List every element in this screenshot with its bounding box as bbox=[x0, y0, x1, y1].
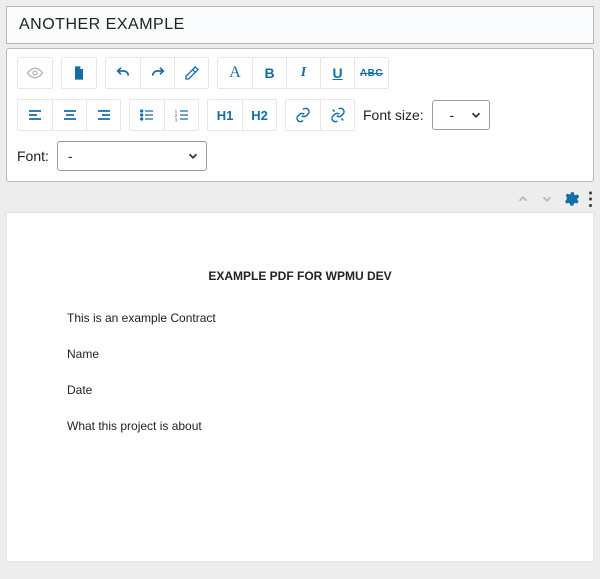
redo-icon bbox=[150, 65, 166, 81]
font-value: - bbox=[68, 148, 178, 164]
font-size-label: Font size: bbox=[363, 107, 424, 123]
document-line: Date bbox=[67, 383, 533, 397]
strikethrough-button[interactable]: ABC bbox=[354, 58, 388, 88]
svg-text:3: 3 bbox=[174, 118, 177, 123]
block-controls: ⋮ bbox=[0, 182, 600, 212]
underline-button[interactable]: U bbox=[320, 58, 354, 88]
document-line: What this project is about bbox=[67, 419, 533, 433]
undo-icon bbox=[115, 65, 131, 81]
chevron-down-icon bbox=[540, 192, 554, 206]
file-button[interactable] bbox=[62, 58, 96, 88]
document-editor[interactable]: EXAMPLE PDF FOR WPMU DEV This is an exam… bbox=[6, 212, 594, 562]
font-color-button[interactable]: A bbox=[218, 58, 252, 88]
strikethrough-icon: ABC bbox=[360, 68, 383, 79]
underline-icon: U bbox=[332, 65, 342, 81]
undo-button[interactable] bbox=[106, 58, 140, 88]
chevron-up-icon bbox=[516, 192, 530, 206]
title-input[interactable] bbox=[6, 6, 594, 44]
link-button[interactable] bbox=[286, 100, 320, 130]
italic-icon: I bbox=[301, 65, 306, 81]
gear-icon bbox=[562, 190, 580, 208]
more-options-button[interactable]: ⋮ bbox=[586, 190, 596, 208]
eraser-icon bbox=[184, 65, 200, 81]
unordered-list-button[interactable] bbox=[130, 100, 164, 130]
document-heading: EXAMPLE PDF FOR WPMU DEV bbox=[67, 269, 533, 283]
bold-button[interactable]: B bbox=[252, 58, 286, 88]
editor-toolbar: A B I U ABC bbox=[6, 48, 594, 182]
h2-icon: H2 bbox=[251, 108, 268, 123]
align-center-icon bbox=[62, 107, 78, 123]
font-size-select[interactable]: - bbox=[432, 100, 490, 130]
font-label: Font: bbox=[17, 148, 49, 164]
unlink-icon bbox=[330, 107, 346, 123]
heading1-button[interactable]: H1 bbox=[208, 100, 242, 130]
font-select[interactable]: - bbox=[57, 141, 207, 171]
bold-icon: B bbox=[264, 65, 274, 81]
unlink-button[interactable] bbox=[320, 100, 354, 130]
chevron-down-icon bbox=[469, 108, 483, 122]
align-center-button[interactable] bbox=[52, 100, 86, 130]
heading2-button[interactable]: H2 bbox=[242, 100, 276, 130]
align-left-icon bbox=[27, 107, 43, 123]
preview-button[interactable] bbox=[18, 58, 52, 88]
h1-icon: H1 bbox=[217, 108, 234, 123]
eye-icon bbox=[27, 65, 43, 81]
eraser-button[interactable] bbox=[174, 58, 208, 88]
file-icon bbox=[71, 65, 87, 81]
font-size-value: - bbox=[443, 107, 461, 123]
chevron-down-icon bbox=[186, 149, 200, 163]
move-up-button[interactable] bbox=[514, 190, 532, 208]
align-right-icon bbox=[96, 107, 112, 123]
italic-button[interactable]: I bbox=[286, 58, 320, 88]
move-down-button[interactable] bbox=[538, 190, 556, 208]
list-ol-icon: 123 bbox=[174, 107, 190, 123]
ordered-list-button[interactable]: 123 bbox=[164, 100, 198, 130]
link-icon bbox=[295, 107, 311, 123]
redo-button[interactable] bbox=[140, 58, 174, 88]
document-line: This is an example Contract bbox=[67, 311, 533, 325]
document-line: Name bbox=[67, 347, 533, 361]
align-right-button[interactable] bbox=[86, 100, 120, 130]
align-left-button[interactable] bbox=[18, 100, 52, 130]
settings-button[interactable] bbox=[562, 190, 580, 208]
list-ul-icon bbox=[139, 107, 155, 123]
